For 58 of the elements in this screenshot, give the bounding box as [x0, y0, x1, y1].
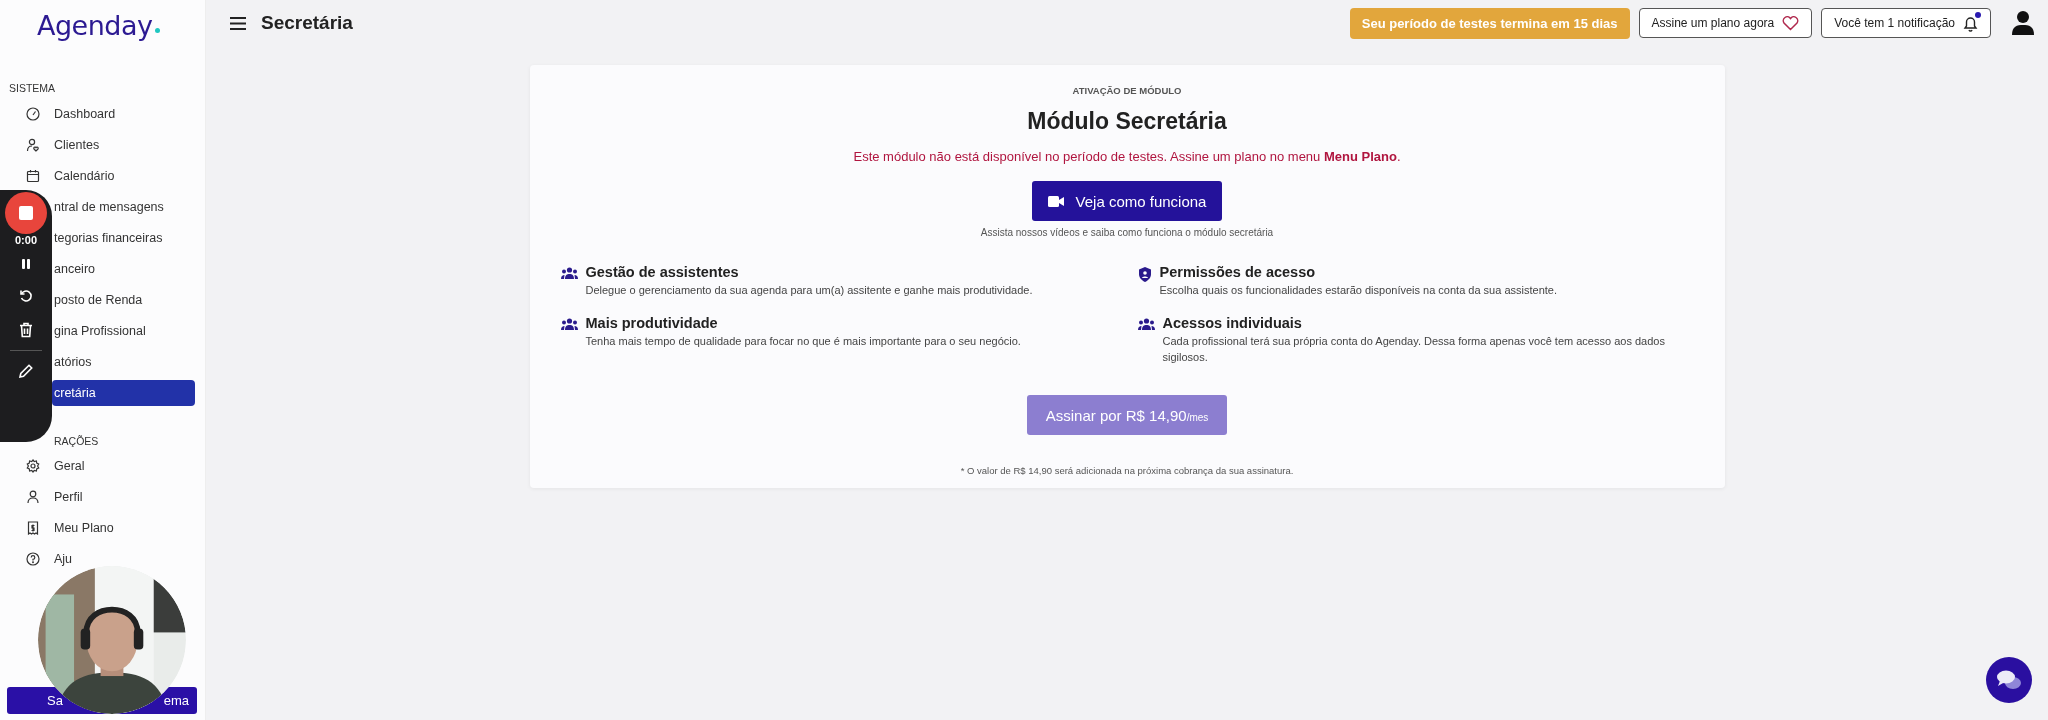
video-caption: Assista nossos vídeos e saiba como funciona o módulo secretária — [980, 227, 1274, 238]
trash-icon[interactable] — [19, 322, 33, 338]
menu-icon[interactable] — [230, 16, 246, 30]
feature-title: Gestão de assistentes — [585, 264, 740, 280]
restart-icon[interactable] — [18, 288, 34, 304]
section-heading: RAÇÕES — [54, 435, 99, 447]
card-title: Módulo Secretária — [1027, 108, 1227, 135]
sidebar-item[interactable]: anceiro — [52, 256, 101, 282]
group-icon — [1137, 318, 1155, 331]
feature-title: Permissões de acesso — [1159, 264, 1317, 280]
group-icon — [560, 267, 578, 279]
sidebar-item[interactable]: Geral — [20, 453, 91, 479]
sidebar-item[interactable]: gina Profissional — [52, 318, 152, 344]
video-button[interactable]: Veja como funciona — [1031, 181, 1223, 221]
user-avatar-icon[interactable] — [2012, 11, 2034, 35]
logo: Agenday — [37, 10, 160, 41]
sidebar-item[interactable]: posto de Renda — [52, 287, 149, 313]
footnote: * O valor de R$ 14,90 será adicionada na próxima cobrança da sua assinatura. — [960, 465, 1294, 477]
sidebar-item[interactable]: tegorias financeiras — [52, 225, 169, 251]
trial-banner: Seu período de testes termina em 15 dias — [1349, 7, 1630, 39]
feature-description: Cada profissional terá sua própria conta do Agenday. Dessa forma apenas você tem acesso aos dados sigilosos. — [1162, 334, 1666, 365]
sidebar-item[interactable]: Aju — [20, 546, 79, 572]
calendar-icon — [26, 169, 40, 183]
sidebar-item[interactable]: Meu Plano — [20, 515, 120, 541]
chat-button[interactable] — [1986, 657, 2032, 703]
pause-icon[interactable] — [20, 258, 32, 270]
feature-title: Acessos individuais — [1162, 315, 1303, 332]
stop-button[interactable] — [5, 192, 47, 234]
group-icon — [560, 318, 578, 331]
pencil-icon[interactable] — [18, 363, 34, 379]
user-icon — [26, 490, 40, 504]
sidebar-item[interactable]: Clientes — [20, 132, 106, 158]
feature-description: Delegue o gerenciamento da sua agenda para um(a) assitente e ganhe mais produtividade. — [585, 283, 1033, 298]
eyebrow-label: ATIVAÇÃO DE MÓDULO — [1072, 85, 1182, 96]
notifications-button[interactable]: Você tem 1 notificação — [1821, 8, 1991, 38]
feature-description: Escolha quais os funcionalidades estarão disponíveis na conta da sua assistente. — [1159, 283, 1557, 298]
recording-timer: 0:00 — [15, 234, 37, 246]
sidebar-item[interactable]: atórios — [52, 349, 98, 375]
sidebar-item[interactable]: cretária — [52, 380, 195, 406]
gauge-icon — [26, 107, 40, 121]
help-icon — [26, 552, 40, 566]
receipt-icon — [26, 521, 40, 535]
settings-icon — [26, 459, 40, 473]
sidebar-item[interactable]: ntral de mensagens — [52, 194, 170, 220]
feature-title: Mais produtividade — [585, 315, 719, 332]
page-title: Secretária — [261, 12, 353, 34]
feature-description: Tenha mais tempo de qualidade para focar no que é mais importante para o seu negócio. — [585, 334, 1021, 350]
shield-icon — [1137, 267, 1152, 282]
sidebar-item[interactable]: Perfil — [20, 484, 89, 510]
sidebar-item[interactable]: Dashboard — [20, 101, 122, 127]
video-camera-icon — [1047, 195, 1064, 207]
sidebar-item[interactable]: Calendário — [20, 163, 121, 189]
warning-message: Este módulo não está disponível no período de testes. Assine um plano no menu Menu Plano. — [853, 149, 1401, 164]
bell-icon — [1963, 14, 1978, 32]
heart-icon — [1782, 15, 1800, 31]
section-heading: SISTEMA — [9, 82, 56, 94]
user-icon — [26, 138, 40, 152]
subscribe-button[interactable]: Assine um plano agora — [1638, 8, 1813, 38]
